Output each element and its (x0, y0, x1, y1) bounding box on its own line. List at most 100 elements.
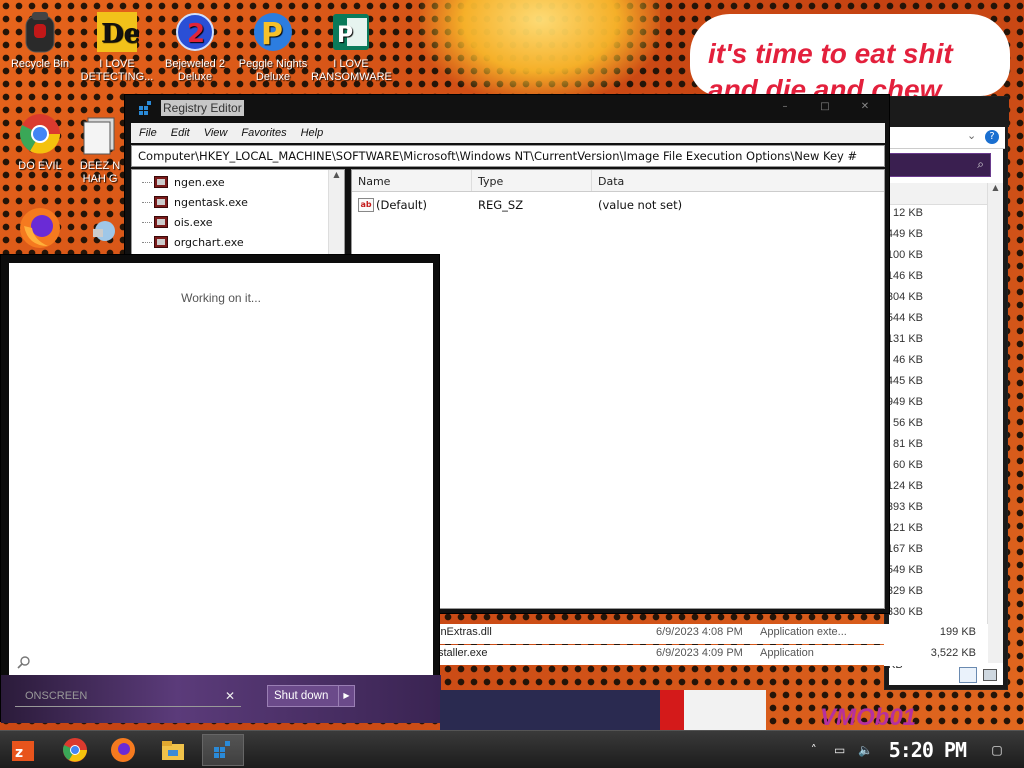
desktop-icon-label: I LOVE RANSOMWARE (311, 58, 392, 83)
table-row[interactable]: inExtras.dll 6/9/2023 4:08 PM Applicatio… (438, 624, 906, 650)
shutdown-button[interactable]: Shut down ▶ (267, 685, 355, 707)
address-bar[interactable]: Computer\HKEY_LOCAL_MACHINE\SOFTWARE\Mic… (131, 145, 885, 167)
svg-text:P: P (337, 23, 353, 48)
menu-edit[interactable]: Edit (171, 127, 190, 139)
scroll-up-icon[interactable]: ▲ (988, 183, 1003, 197)
menu-favorites[interactable]: Favorites (241, 127, 286, 139)
folder-icon (162, 741, 184, 760)
wallpaper-flame (420, 0, 660, 100)
registry-key-icon (154, 216, 168, 228)
file-size: 81 KB (893, 438, 923, 450)
file-size: 445 KB (886, 375, 923, 387)
tree-item-ngentask[interactable]: ngentask.exe (142, 192, 248, 212)
chevron-up-icon[interactable]: ˄ (805, 741, 823, 759)
file-type: Application exte... (760, 626, 847, 638)
menu-file[interactable]: File (139, 127, 157, 139)
shutdown-label: Shut down (274, 690, 329, 702)
start-menu-footer: ONSCREEN ✕ Shut down ▶ (1, 675, 441, 723)
start-menu-panel[interactable]: Working on it... ONSCREEN ✕ Shut down ▶ (0, 254, 441, 723)
desktop-icon-ransomware[interactable]: P I LOVE RANSOMWARE (311, 8, 392, 84)
file-size: 124 KB (886, 480, 923, 492)
menu-bar: File Edit View Favorites Help (131, 123, 885, 143)
desktop-icon-label: DEEZ N HAH G (79, 160, 121, 185)
file-size: 12 KB (893, 207, 923, 219)
explorer-search-box[interactable]: ⌕ (889, 153, 991, 177)
tree-item-ois[interactable]: ois.exe (142, 212, 213, 232)
network-icon (88, 214, 120, 246)
maximize-button[interactable]: □ (807, 99, 843, 115)
peggle-icon: P (249, 8, 297, 56)
desktop-icon-network[interactable] (84, 214, 124, 248)
taskbar-registry-editor[interactable] (202, 734, 244, 766)
file-size: 304 KB (886, 291, 923, 303)
table-row[interactable]: staller.exe 6/9/2023 4:09 PM Application… (438, 645, 916, 671)
help-icon[interactable]: ? (985, 130, 999, 144)
network-tray-icon[interactable]: ▭ (831, 741, 849, 759)
taskbar-firefox[interactable] (102, 734, 144, 766)
file-size: 449 KB (886, 228, 923, 240)
notifications-icon[interactable]: ▢ (988, 741, 1006, 759)
taskbar: z ˄ ▭ 🔈 5:20 PM ▢ (0, 730, 1024, 768)
publisher-icon: P (327, 8, 375, 56)
search-icon (17, 656, 30, 669)
start-search-input[interactable]: ONSCREEN ✕ (15, 685, 241, 707)
desktop-icon-recycle-bin[interactable]: Recycle Bin (0, 8, 80, 71)
clear-search-icon[interactable]: ✕ (225, 689, 235, 703)
desktop-icon-do-evil[interactable]: DO EVIL (0, 110, 80, 173)
close-button[interactable]: ✕ (847, 99, 883, 115)
file-size: 199 KB (939, 626, 976, 638)
desktop-icon-label: Recycle Bin (10, 58, 70, 70)
explorer-column-header (889, 183, 991, 205)
shutdown-options-icon[interactable]: ▶ (338, 686, 354, 706)
document-icon (76, 110, 124, 158)
file-size: 949 KB (886, 396, 923, 408)
recycle-bin-icon (16, 8, 64, 56)
start-button[interactable]: z (2, 734, 44, 766)
tree-item-orgchart[interactable]: orgchart.exe (142, 232, 244, 252)
chevron-down-icon[interactable]: ⌄ (967, 129, 976, 142)
taskbar-chrome[interactable] (54, 734, 96, 766)
table-row[interactable]: ab (Default) REG_SZ (value not set) (352, 196, 884, 216)
explorer-scrollbar[interactable]: ▲ (987, 183, 1003, 663)
desktop-icon-label: Bejeweled 2 Deluxe (165, 58, 225, 83)
minimize-button[interactable]: – (767, 99, 803, 115)
desktop-icon-peggle[interactable]: P Peggle Nights Deluxe (233, 8, 313, 84)
file-name: staller.exe (438, 647, 488, 659)
clock[interactable]: 5:20 PM (889, 738, 967, 762)
menu-view[interactable]: View (204, 127, 228, 139)
details-view-icon[interactable] (959, 667, 977, 683)
desktop-icon-label: Peggle Nights Deluxe (238, 58, 308, 83)
search-icon: ⌕ (977, 157, 984, 171)
desktop-icon-label: I LOVE DETECTING... (80, 58, 154, 83)
column-data[interactable]: Data (592, 170, 882, 191)
chrome-icon (63, 738, 87, 762)
file-size: 131 KB (886, 333, 923, 345)
file-size: 121 KB (886, 522, 923, 534)
file-date: 6/9/2023 4:08 PM (656, 626, 743, 638)
value-type: REG_SZ (478, 198, 524, 212)
registry-key-icon (154, 196, 168, 208)
tree-item-label: ois.exe (174, 215, 213, 229)
wallpaper-watermark: VMOb01 (820, 704, 917, 731)
file-explorer-window[interactable]: ⌄ ? ⌕ ▲ 12 KB 449 KB 100 KB 146 KB 304 KB 544… (884, 96, 1009, 690)
column-name[interactable]: Name (352, 170, 472, 191)
taskbar-file-explorer[interactable] (152, 734, 194, 766)
file-date: 6/9/2023 4:09 PM (656, 647, 743, 659)
desktop-icon-bejeweled[interactable]: 2 Bejeweled 2 Deluxe (155, 8, 235, 84)
start-orb-icon: z (12, 741, 34, 761)
volume-icon[interactable]: 🔈 (857, 741, 875, 759)
preview-view-icon[interactable] (983, 669, 997, 681)
desktop-icon-deez[interactable]: DEEZ N HAH G (70, 110, 130, 186)
tree-item-ngen[interactable]: ngen.exe (142, 172, 225, 192)
firefox-icon (16, 204, 64, 252)
desktop-icon-detecting[interactable]: De I LOVE DETECTING... (77, 8, 157, 84)
menu-help[interactable]: Help (301, 127, 324, 139)
value-name: (Default) (376, 198, 427, 212)
file-name: inExtras.dll (438, 626, 492, 638)
detect-it-easy-icon: De (93, 8, 141, 56)
file-size: 56 KB (893, 417, 923, 429)
firefox-icon (111, 738, 135, 762)
scroll-up-icon[interactable]: ▲ (329, 170, 344, 184)
column-type[interactable]: Type (472, 170, 592, 191)
desktop-icon-firefox[interactable] (0, 204, 80, 254)
